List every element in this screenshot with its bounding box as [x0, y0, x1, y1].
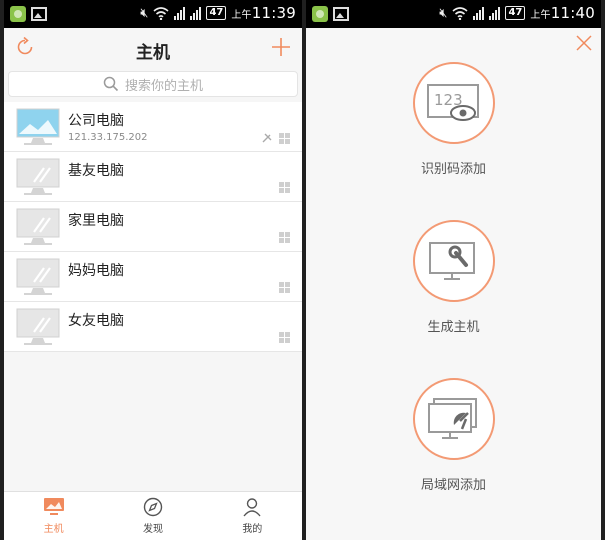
wifi-icon [153, 6, 169, 20]
windows-icon [279, 132, 290, 144]
id-code-icon: 123 [426, 84, 479, 121]
status-time: 上午11:40 [530, 4, 595, 22]
compass-icon [143, 497, 163, 517]
generate-host-option[interactable]: 生成主机 [306, 220, 601, 335]
lan-add-label: 局域网添加 [420, 478, 486, 493]
host-name: 公司电脑 [68, 113, 124, 129]
tab-label: 我的 [242, 524, 263, 535]
add-host-icon[interactable] [270, 36, 292, 58]
status-bar: 🔇︎ 47 上午11:39 [4, 0, 302, 28]
battery-level: 47 [505, 6, 526, 20]
host-list-screen: 🔇︎ 47 上午11:39 主机 搜索你的主机 公司电脑 121.33.175.2… [4, 0, 302, 540]
host-name: 妈妈电脑 [68, 263, 124, 279]
mute-icon: 🔇︎ [439, 5, 448, 21]
monitor-icon [16, 258, 60, 295]
add-by-id-code-button[interactable]: 123 [412, 62, 495, 144]
monitor-icon [16, 108, 60, 145]
signal-icon-2 [190, 6, 202, 20]
tab-label: 主机 [43, 524, 64, 535]
host-row[interactable]: 女友电脑 [4, 302, 302, 352]
wifi-icon [452, 6, 468, 20]
search-placeholder: 搜索你的主机 [124, 78, 203, 94]
app-notification-icon [312, 6, 328, 22]
add-by-id-code-option[interactable]: 123 识别码添加 [306, 62, 601, 177]
host-name: 女友电脑 [68, 313, 124, 329]
lan-add-icon [427, 398, 477, 439]
windows-icon [279, 232, 290, 243]
lan-add-button[interactable] [412, 378, 495, 460]
host-name: 基友电脑 [68, 163, 124, 179]
signal-icon-2 [489, 6, 501, 20]
image-notification-icon [333, 7, 349, 21]
add-by-id-code-label: 识别码添加 [420, 162, 486, 177]
host-row[interactable]: 公司电脑 121.33.175.202 [4, 102, 302, 152]
tab-compass[interactable]: 发现 [103, 492, 202, 540]
host-name: 家里电脑 [68, 213, 124, 229]
host-row[interactable]: 基友电脑 [4, 152, 302, 202]
tab-label: 发现 [142, 524, 163, 535]
host-row[interactable]: 妈妈电脑 [4, 252, 302, 302]
signal-icon [473, 6, 485, 20]
tab-user[interactable]: 我的 [203, 492, 302, 540]
generate-host-label: 生成主机 [427, 320, 480, 335]
host-list: 公司电脑 121.33.175.202 基友电脑家里电脑妈妈电脑女友电脑 [4, 102, 302, 352]
tab-host[interactable]: 主机 [4, 492, 103, 540]
user-icon [243, 498, 261, 517]
monitor-icon [16, 308, 60, 345]
lan-add-option[interactable]: 局域网添加 [306, 378, 601, 493]
status-time: 上午11:39 [231, 4, 296, 22]
close-icon[interactable] [575, 34, 593, 52]
generate-host-icon [428, 242, 475, 280]
mute-icon: 🔇︎ [140, 5, 149, 21]
app-notification-icon [10, 6, 26, 22]
battery-level: 47 [206, 6, 227, 20]
status-bar: 🔇︎ 47 上午11:40 [306, 0, 601, 28]
plug-icon [262, 133, 272, 143]
windows-icon [279, 282, 290, 293]
host-icon [43, 498, 64, 515]
host-row[interactable]: 家里电脑 [4, 202, 302, 252]
generate-host-button[interactable] [412, 220, 495, 302]
windows-icon [279, 182, 290, 193]
app-header: 主机 [4, 28, 302, 68]
monitor-icon [16, 208, 60, 245]
monitor-icon [16, 158, 60, 195]
windows-icon [279, 332, 290, 343]
image-notification-icon [31, 7, 47, 21]
host-ip: 121.33.175.202 [68, 132, 148, 143]
tab-bar: 主机 发现 我的 [4, 491, 302, 540]
signal-icon [174, 6, 186, 20]
search-input[interactable]: 搜索你的主机 [8, 71, 298, 97]
page-title: 主机 [136, 43, 170, 63]
search-icon [103, 76, 119, 92]
add-host-screen: 🔇︎ 47 上午11:40 123 识别码添加 生成主机 局域网添加 [306, 0, 601, 540]
